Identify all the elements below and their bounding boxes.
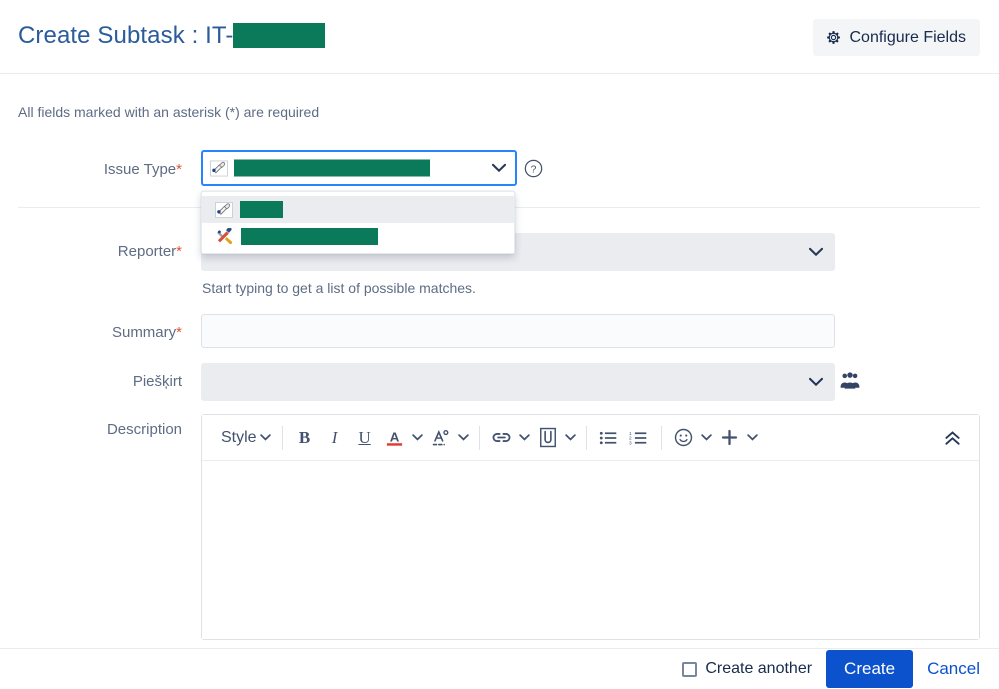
underline-button[interactable]: U: [350, 423, 380, 453]
chevron-down-icon: [519, 434, 530, 441]
collapse-toolbar-button[interactable]: [937, 423, 967, 453]
italic-button[interactable]: I: [320, 423, 350, 453]
bullet-list-button[interactable]: [594, 423, 624, 453]
svg-text:?: ?: [531, 165, 537, 176]
issue-type-help-icon[interactable]: ?: [524, 159, 543, 178]
page-header: Create Subtask : IT- Configure Fields: [0, 0, 999, 74]
insert-more-button[interactable]: [715, 423, 745, 453]
create-another-checkbox[interactable]: Create another: [682, 660, 812, 678]
issue-type-option[interactable]: [202, 196, 514, 223]
chevron-down-icon: [492, 163, 506, 173]
issue-type-option[interactable]: [202, 223, 514, 250]
chevron-down-icon: [809, 377, 823, 387]
tools-icon: [215, 228, 234, 245]
attachment-dropdown[interactable]: [563, 423, 579, 453]
link-icon: [491, 430, 512, 445]
chevron-down-icon: [412, 434, 423, 441]
summary-label: Summary*: [111, 324, 182, 341]
user-group-icon[interactable]: [840, 371, 860, 389]
bold-button[interactable]: B: [290, 423, 320, 453]
create-another-label: Create another: [705, 660, 813, 677]
text-format-more-button[interactable]: [426, 423, 456, 453]
chevron-down-icon: [259, 434, 271, 441]
emoji-dropdown[interactable]: [699, 423, 715, 453]
subtask-icon: [210, 160, 228, 176]
editor-toolbar: Style B I U A 1 2 3: [202, 415, 979, 461]
attachment-button[interactable]: [533, 423, 563, 453]
create-button[interactable]: Create: [826, 650, 914, 688]
description-label: Description: [106, 421, 182, 438]
emoji-button[interactable]: [669, 423, 699, 453]
cancel-link[interactable]: Cancel: [927, 659, 980, 679]
required-marker: *: [176, 161, 182, 178]
toolbar-divider: [660, 425, 662, 450]
text-color-dropdown[interactable]: [410, 423, 426, 453]
toolbar-divider: [281, 425, 283, 450]
bullet-list-icon: [599, 430, 618, 446]
assignee-label: Piešķirt: [132, 373, 182, 390]
link-button[interactable]: [487, 423, 517, 453]
toolbar-divider: [585, 425, 587, 450]
clear-formatting-icon: [431, 428, 451, 448]
page-title: Create Subtask : IT-: [18, 22, 326, 50]
svg-text:A: A: [390, 429, 400, 444]
style-dropdown-label: Style: [221, 428, 257, 446]
issue-type-selected-value: [210, 159, 430, 177]
required-marker: *: [176, 324, 182, 341]
redacted-issue-type-value: [234, 159, 430, 177]
issue-type-select[interactable]: [201, 150, 517, 186]
svg-text:3: 3: [629, 440, 632, 446]
redacted-issue-key: [233, 23, 326, 49]
required-marker: *: [176, 243, 182, 260]
link-dropdown[interactable]: [517, 423, 533, 453]
redacted-option-label: [240, 201, 283, 218]
chevron-down-icon: [809, 247, 823, 257]
issue-type-dropdown[interactable]: [201, 191, 515, 254]
form-footer: Create another Create Cancel: [0, 649, 999, 689]
style-dropdown-button[interactable]: Style: [210, 423, 275, 453]
subtask-icon: [215, 201, 233, 218]
reporter-label: Reporter*: [117, 243, 182, 260]
issue-type-label: Issue Type*: [103, 161, 182, 178]
configure-fields-label: Configure Fields: [849, 28, 967, 46]
page-title-text: Create Subtask : IT-: [18, 22, 234, 49]
chevron-down-icon: [565, 434, 576, 441]
insert-more-dropdown[interactable]: [745, 423, 761, 453]
paperclip-icon: [538, 427, 558, 448]
checkbox-box[interactable]: [682, 661, 698, 677]
numbered-list-button[interactable]: 1 2 3: [624, 423, 654, 453]
chevron-down-icon: [747, 434, 758, 441]
smiley-icon: [674, 428, 693, 447]
double-chevron-up-icon: [944, 430, 961, 446]
text-format-more-dropdown[interactable]: [456, 423, 472, 453]
gear-icon: [825, 29, 842, 46]
assignee-select[interactable]: [201, 363, 835, 401]
reporter-hint: Start typing to get a list of possible m…: [202, 280, 476, 296]
description-editor: Style B I U A 1 2 3: [201, 414, 980, 640]
configure-fields-button[interactable]: Configure Fields: [812, 19, 980, 56]
chevron-down-icon: [701, 434, 712, 441]
required-fields-hint: All fields marked with an asterisk (*) a…: [18, 104, 320, 120]
chevron-down-icon: [458, 434, 469, 441]
plus-icon: [720, 428, 739, 447]
redacted-option-label: [241, 228, 378, 245]
summary-input[interactable]: [201, 314, 835, 348]
text-color-icon: A: [385, 428, 404, 448]
toolbar-divider: [478, 425, 480, 450]
text-color-button[interactable]: A: [380, 423, 410, 453]
description-textarea[interactable]: [202, 461, 979, 639]
numbered-list-icon: 1 2 3: [629, 430, 648, 446]
